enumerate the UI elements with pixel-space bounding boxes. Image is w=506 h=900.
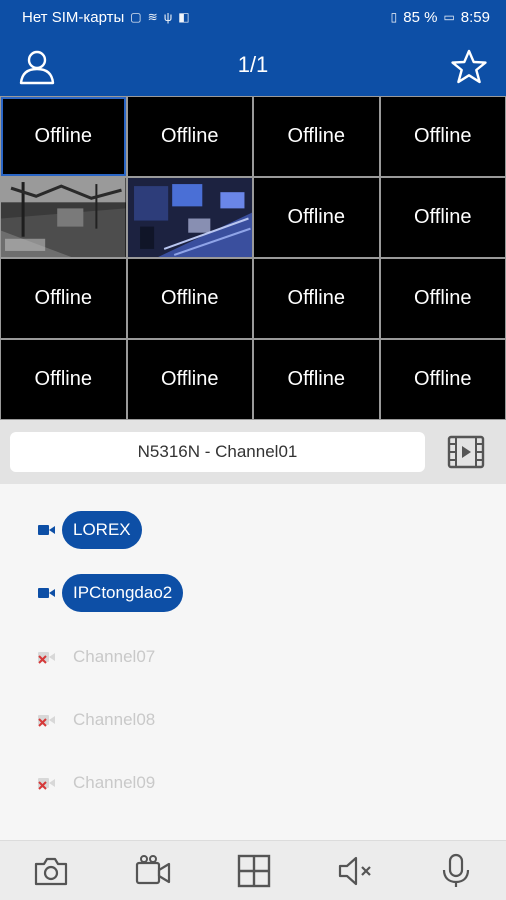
video-cell[interactable]: Offline <box>254 259 379 338</box>
star-icon[interactable] <box>450 48 488 86</box>
vibrate-icon: ▯ <box>390 10 398 24</box>
status-right: ▯ 85 % ▭ 8:59 <box>391 9 490 26</box>
camera-online-icon <box>38 588 55 598</box>
channel-list: LOREX IPCtongdao2 Channel07 Channel08 Ch… <box>0 484 506 840</box>
video-cell[interactable]: Offline <box>380 259 505 338</box>
video-cell[interactable]: Offline <box>1 340 126 419</box>
app-header: 1/1 <box>0 34 506 96</box>
app-notification-icon: ◧ <box>178 10 190 24</box>
usb-icon: ψ <box>163 10 173 24</box>
list-item[interactable]: IPCtongdao2 <box>36 573 184 613</box>
video-cell[interactable]: Offline <box>254 178 379 257</box>
video-cell[interactable]: Offline <box>380 97 505 176</box>
channel-label: Channel09 <box>73 773 156 792</box>
video-cell[interactable]: Offline <box>254 340 379 419</box>
video-cell[interactable]: Offline <box>254 97 379 176</box>
camera-feed-image <box>1 178 126 257</box>
microphone-icon[interactable] <box>438 853 474 889</box>
sim-icon: ▢ <box>130 10 142 24</box>
battery-percent: 85 % <box>403 8 438 26</box>
camera-online-icon <box>38 525 55 535</box>
camera-offline-icon <box>38 652 55 664</box>
channel-bar: N5316N - Channel01 <box>0 420 506 484</box>
carrier-text: Нет SIM-карты <box>22 8 125 26</box>
wifi-icon: ≋ <box>147 10 158 24</box>
camera-offline-icon <box>38 778 55 790</box>
list-item[interactable]: Channel09 <box>36 763 155 803</box>
speaker-mute-icon[interactable] <box>337 853 373 889</box>
list-item[interactable]: Channel08 <box>36 700 155 740</box>
camera-snapshot-icon[interactable] <box>33 853 69 889</box>
camera-offline-icon <box>38 715 55 727</box>
channel-label: IPCtongdao2 <box>62 574 184 612</box>
clock: 8:59 <box>460 8 490 26</box>
video-cell[interactable]: Offline <box>1 97 126 176</box>
camera-feed-lorex[interactable] <box>1 178 126 257</box>
video-cell[interactable]: Offline <box>127 259 252 338</box>
grid-layout-icon[interactable] <box>236 853 272 889</box>
status-bar: Нет SIM-карты ▢ ≋ ψ ◧ ▯ 85 % ▭ 8:59 <box>0 0 506 34</box>
channel-selector-label: N5316N - Channel01 <box>137 442 298 461</box>
list-item[interactable]: LOREX <box>36 510 142 550</box>
status-left: Нет SIM-карты ▢ ≋ ψ ◧ <box>22 9 190 26</box>
video-record-icon[interactable] <box>135 853 171 889</box>
video-cell[interactable]: Offline <box>380 340 505 419</box>
video-film-icon[interactable] <box>446 433 486 471</box>
camera-feed-ipctongdao2[interactable] <box>127 178 252 257</box>
list-item[interactable]: Channel07 <box>36 637 155 677</box>
video-cell[interactable]: Offline <box>127 340 252 419</box>
channel-label: LOREX <box>62 511 142 549</box>
video-grid: Offline Offline Offline Offline Offline … <box>0 96 506 420</box>
page-counter: 1/1 <box>237 52 269 77</box>
channel-label: Channel08 <box>73 710 156 729</box>
battery-icon: ▭ <box>443 10 455 24</box>
video-cell[interactable]: Offline <box>1 259 126 338</box>
video-cell[interactable]: Offline <box>127 97 252 176</box>
video-cell[interactable]: Offline <box>380 178 505 257</box>
bottom-toolbar <box>0 840 506 900</box>
channel-label: Channel07 <box>73 647 156 666</box>
channel-selector[interactable]: N5316N - Channel01 <box>10 432 425 472</box>
camera-feed-image <box>127 178 252 257</box>
